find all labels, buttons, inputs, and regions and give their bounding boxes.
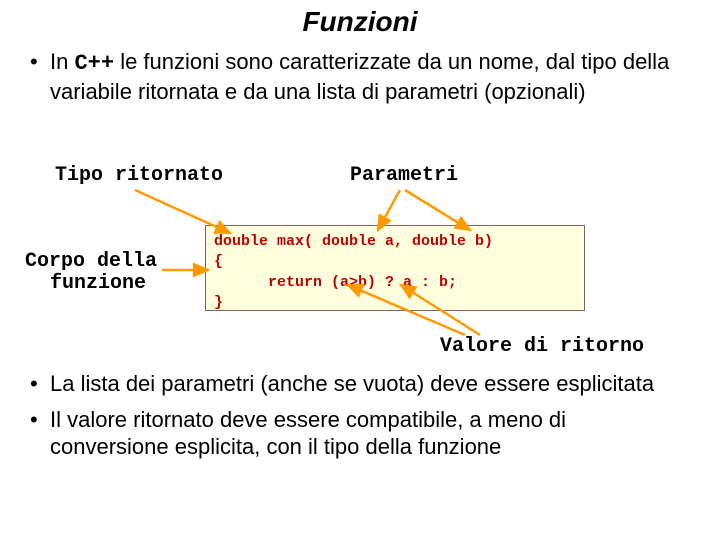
bullet-1-prefix: In [50, 49, 74, 74]
code-line-2: { [214, 253, 223, 270]
label-tipo-ritornato: Tipo ritornato [55, 164, 223, 187]
bullet-1: • In C++ le funzioni sono caratterizzate… [30, 48, 690, 105]
code-line-4: } [214, 294, 223, 311]
bullet-marker: • [30, 370, 50, 398]
bullet-marker: • [30, 48, 50, 105]
code-box: double max( double a, double b) { return… [205, 225, 585, 311]
bullet-3: • Il valore ritornato deve essere compat… [30, 406, 690, 461]
bullet-list-top: • In C++ le funzioni sono caratterizzate… [30, 48, 690, 105]
bullet-3-text: Il valore ritornato deve essere compatib… [50, 406, 690, 461]
bullet-1-rest: le funzioni sono caratterizzate da un no… [50, 49, 669, 104]
label-parametri: Parametri [350, 164, 458, 187]
bullet-2: • La lista dei parametri (anche se vuota… [30, 370, 690, 398]
label-corpo-2: funzione [50, 272, 146, 295]
cpp-keyword: C++ [74, 51, 114, 76]
bullet-1-text: In C++ le funzioni sono caratterizzate d… [50, 48, 690, 105]
code-line-3: return (a>b) ? a : b; [214, 274, 457, 291]
bullet-list-bottom: • La lista dei parametri (anche se vuota… [30, 370, 690, 469]
bullet-2-text: La lista dei parametri (anche se vuota) … [50, 370, 654, 398]
label-valore: Valore di ritorno [440, 335, 644, 358]
bullet-marker: • [30, 406, 50, 461]
page-title: Funzioni [0, 0, 720, 38]
code-line-1: double max( double a, double b) [214, 233, 493, 250]
label-corpo-1: Corpo della [25, 250, 157, 273]
